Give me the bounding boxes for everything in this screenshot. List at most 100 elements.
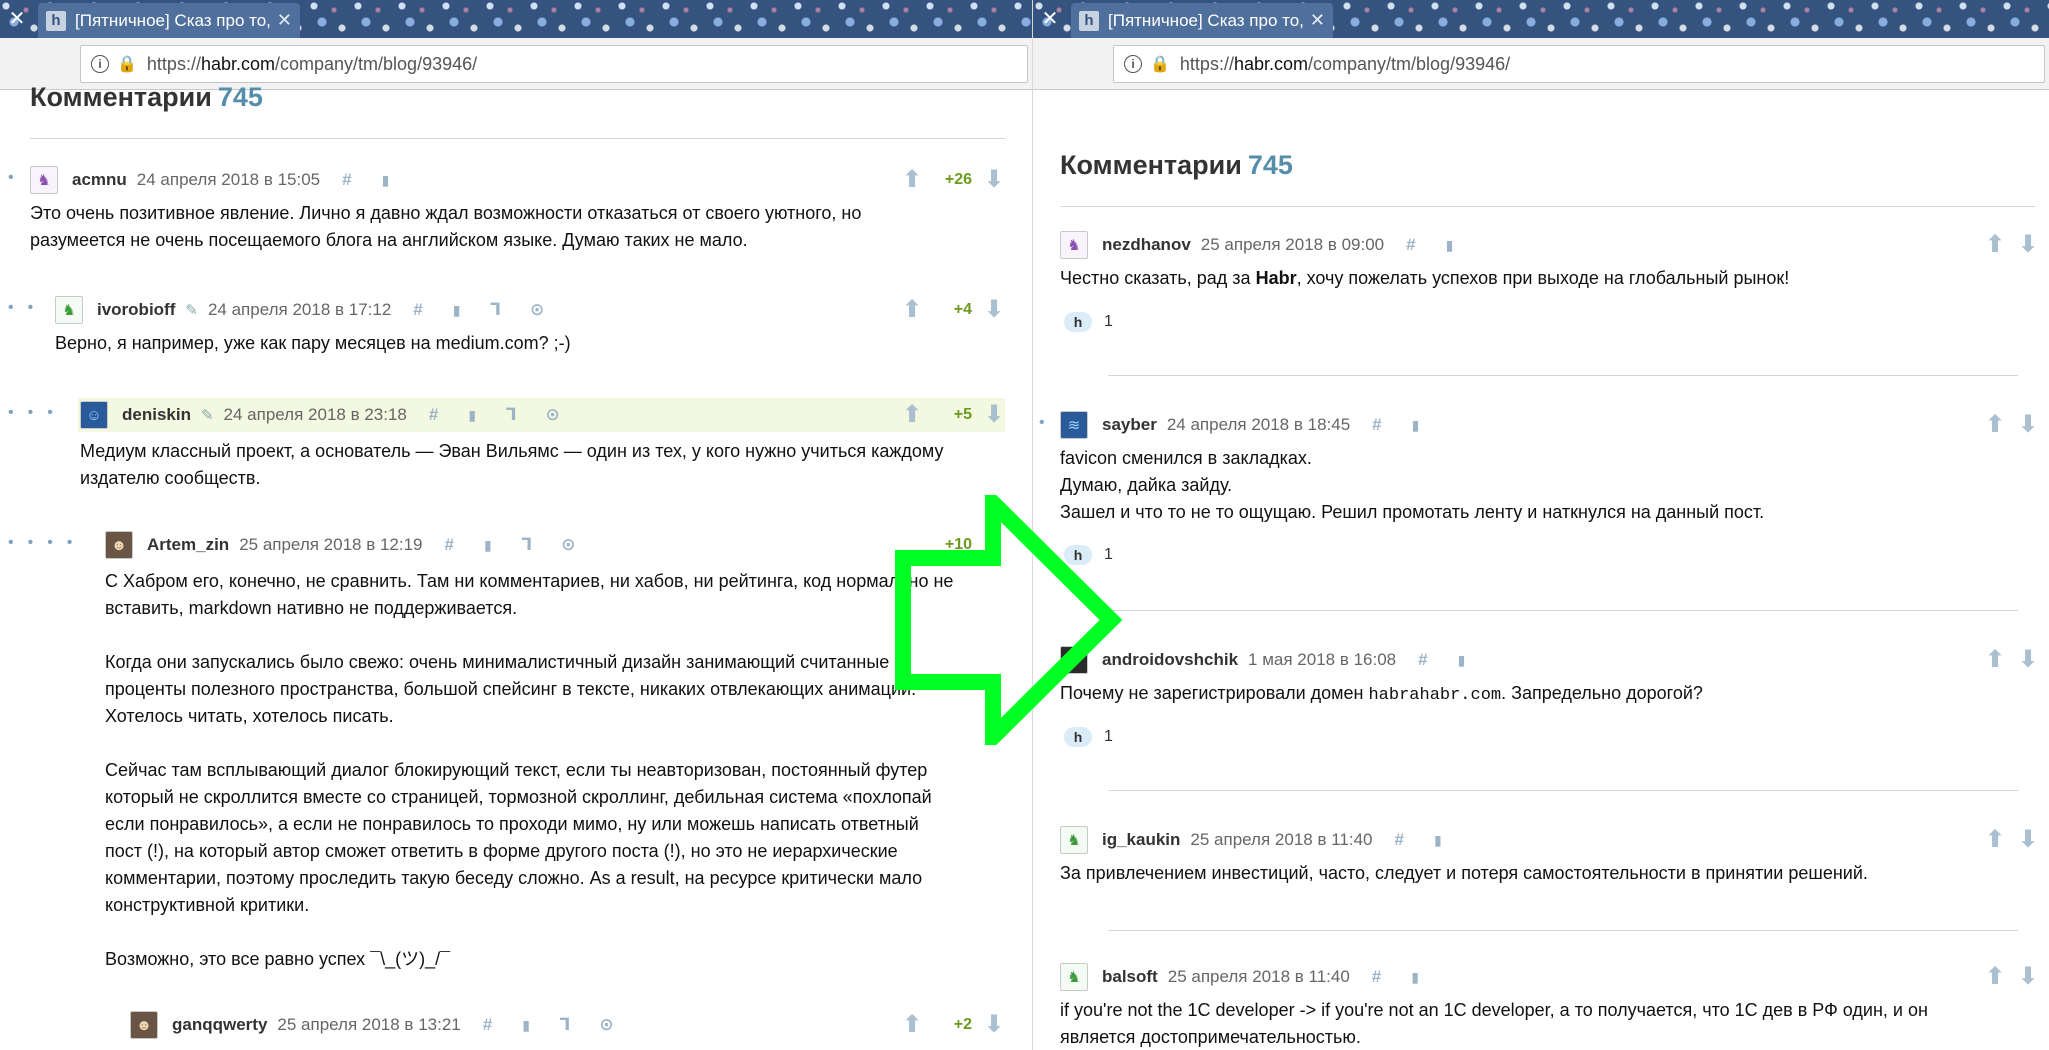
comment-author[interactable]: acmnu (72, 170, 127, 190)
avatar[interactable]: ☺ (80, 401, 108, 429)
vote-up-icon[interactable]: ⬆ (902, 400, 922, 429)
comment-date[interactable]: 25 апреля 2018 в 09:00 (1201, 235, 1384, 255)
vote-up-icon[interactable]: ⬆ (1985, 410, 2005, 439)
hash-link-icon[interactable]: # (342, 170, 351, 190)
parent-up-icon[interactable]: ⊙ (530, 300, 544, 320)
comparison-arrow-icon (895, 495, 1123, 745)
avatar[interactable]: ♞ (30, 166, 58, 194)
vote-up-icon[interactable]: ⬆ (902, 165, 922, 194)
hash-link-icon[interactable]: # (429, 405, 438, 425)
hash-link-icon[interactable]: # (1372, 415, 1381, 435)
vote-down-icon[interactable]: ⬇ (984, 295, 1004, 324)
hash-link-icon[interactable]: # (445, 535, 454, 555)
address-bar[interactable]: i 🔒 https:// habr.com /company/tm/blog/9… (80, 45, 1028, 83)
comment-author[interactable]: nezdhanov (1102, 235, 1191, 255)
tab-active[interactable]: h [Пятничное] Сказ про то, ✕ (1071, 3, 1333, 38)
bookmark-icon[interactable]: ▮ (522, 1017, 530, 1034)
vote-down-icon[interactable]: ⬇ (2018, 825, 2038, 854)
bookmark-icon[interactable]: ▮ (1412, 417, 1420, 434)
reply-tree-icon[interactable]: ⅂ (506, 405, 515, 425)
comment-author[interactable]: Artem_zin (147, 535, 229, 555)
comment-line: комментарии, поэтому проследить такую бе… (105, 868, 923, 888)
hash-link-icon[interactable]: # (413, 300, 422, 320)
comment-date[interactable]: 1 мая 2018 в 16:08 (1248, 650, 1396, 670)
hash-link-icon[interactable]: # (1418, 650, 1427, 670)
comments-count[interactable]: 745 (1248, 150, 1293, 180)
vote-down-icon[interactable]: ⬇ (984, 1010, 1004, 1039)
bookmark-icon[interactable]: ▮ (1434, 832, 1442, 849)
lock-icon[interactable]: 🔒 (1150, 54, 1170, 74)
avatar[interactable]: ♞ (1060, 826, 1088, 854)
reply-tree-icon[interactable]: ⅂ (522, 535, 531, 555)
hash-link-icon[interactable]: # (1372, 967, 1381, 987)
comment-header: ♞ acmnu 24 апреля 2018 в 15:05 # ▮ (30, 165, 419, 195)
bookmark-icon[interactable]: ▮ (1458, 652, 1466, 669)
vote-up-icon[interactable]: ⬆ (902, 295, 922, 324)
reply-tree-icon[interactable]: ⅂ (490, 300, 499, 320)
hash-link-icon[interactable]: # (483, 1015, 492, 1035)
comment-score: +5 (953, 406, 972, 423)
hash-link-icon[interactable]: # (1394, 830, 1403, 850)
vote-down-icon[interactable]: ⬇ (984, 400, 1004, 429)
bookmark-icon[interactable]: ▮ (468, 407, 476, 424)
comment-author[interactable]: ivorobioff (97, 300, 175, 320)
parent-up-icon[interactable]: ⊙ (599, 1015, 613, 1035)
comment-date[interactable]: 25 апреля 2018 в 12:19 (239, 535, 422, 555)
avatar[interactable]: ♞ (55, 296, 83, 324)
close-window-icon[interactable]: ✕ (6, 8, 28, 30)
vote-down-icon[interactable]: ⬇ (984, 165, 1004, 194)
tab-close-icon[interactable]: ✕ (1310, 10, 1325, 31)
vote-down-icon[interactable]: ⬇ (2018, 645, 2038, 674)
avatar[interactable]: ☻ (105, 531, 133, 559)
bookmark-icon[interactable]: ▮ (1411, 969, 1419, 986)
vote-down-icon[interactable]: ⬇ (2018, 962, 2038, 991)
comment-ig-kaukin: ♞ ig_kaukin 25 апреля 2018 в 11:40 # ▮ ⬆… (1033, 825, 2049, 905)
comment-date[interactable]: 24 апреля 2018 в 23:18 (224, 405, 407, 425)
address-bar[interactable]: i 🔒 https:// habr.com /company/tm/blog/9… (1113, 45, 2045, 83)
comment-date[interactable]: 25 апреля 2018 в 13:21 (277, 1015, 460, 1035)
comment-author[interactable]: sayber (1102, 415, 1157, 435)
vote-up-icon[interactable]: ⬆ (1985, 230, 2005, 259)
vote-down-icon[interactable]: ⬇ (2018, 410, 2038, 439)
vote-up-icon[interactable]: ⬆ (1985, 645, 2005, 674)
bookmark-icon[interactable]: ▮ (453, 302, 461, 319)
replies-badge[interactable]: h 1 (1064, 312, 1113, 332)
avatar[interactable]: ☻ (130, 1011, 158, 1039)
bookmark-icon[interactable]: ▮ (1446, 237, 1454, 254)
parent-up-icon[interactable]: ⊙ (546, 405, 560, 425)
comment-header: ≋ sayber 24 апреля 2018 в 18:45 # ▮ (1060, 410, 1449, 440)
avatar[interactable]: ≋ (1060, 411, 1088, 439)
comment-date[interactable]: 24 апреля 2018 в 18:45 (1167, 415, 1350, 435)
avatar[interactable]: ♞ (1060, 231, 1088, 259)
info-icon[interactable]: i (91, 55, 109, 73)
comment-date[interactable]: 24 апреля 2018 в 15:05 (137, 170, 320, 190)
comment-text: С Хабром его, конечно, не сравнить. Там … (105, 568, 953, 973)
comment-author[interactable]: deniskin (122, 405, 191, 425)
thread-indent-dots: •• (8, 299, 48, 316)
vote-down-icon[interactable]: ⬇ (2018, 230, 2038, 259)
reply-tree-icon[interactable]: ⅂ (560, 1015, 569, 1035)
comments-count[interactable]: 745 (218, 82, 263, 112)
avatar[interactable]: ♞ (1060, 963, 1088, 991)
info-icon[interactable]: i (1124, 55, 1142, 73)
hash-link-icon[interactable]: # (1406, 235, 1415, 255)
parent-up-icon[interactable]: ⊙ (561, 535, 575, 555)
bookmark-icon[interactable]: ▮ (382, 172, 390, 189)
close-window-icon[interactable]: ✕ (1039, 8, 1061, 30)
vote-up-icon[interactable]: ⬆ (902, 1010, 922, 1039)
comment-date[interactable]: 25 апреля 2018 в 11:40 (1190, 830, 1372, 850)
tab-close-icon[interactable]: ✕ (277, 10, 292, 31)
tab-active[interactable]: h [Пятничное] Сказ про то, ✕ (38, 3, 300, 38)
lock-icon[interactable]: 🔒 (117, 54, 137, 74)
tab-title: [Пятничное] Сказ про то, (75, 10, 271, 30)
vote-up-icon[interactable]: ⬆ (1985, 962, 2005, 991)
comment-acmnu: • ♞ acmnu 24 апреля 2018 в 15:05 # ▮ ⬆ +… (0, 165, 1032, 265)
comment-date[interactable]: 25 апреля 2018 в 11:40 (1168, 967, 1350, 987)
comment-date[interactable]: 24 апреля 2018 в 17:12 (208, 300, 391, 320)
comment-author[interactable]: balsoft (1102, 967, 1158, 987)
comment-author[interactable]: ig_kaukin (1102, 830, 1180, 850)
bookmark-icon[interactable]: ▮ (484, 537, 492, 554)
vote-up-icon[interactable]: ⬆ (1985, 825, 2005, 854)
comment-line: конструктивной критики. (105, 895, 310, 915)
comment-author[interactable]: ganqqwerty (172, 1015, 267, 1035)
